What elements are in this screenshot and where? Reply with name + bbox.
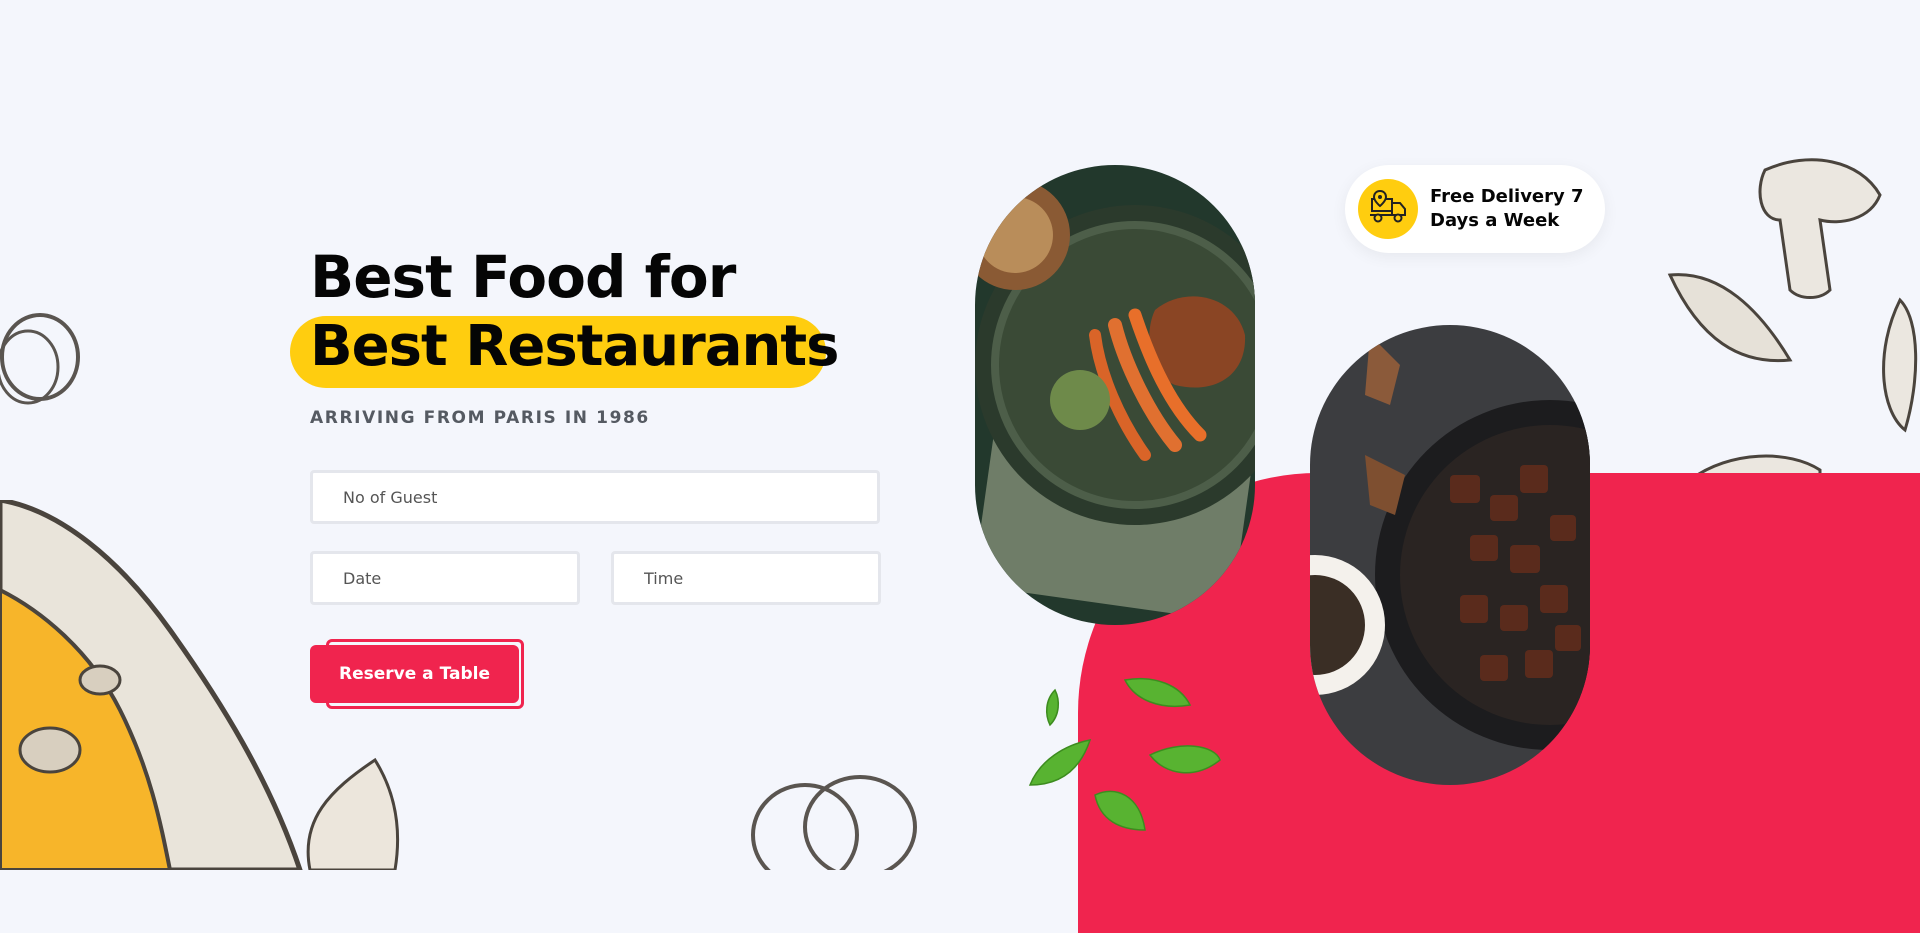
hero-title-line2: Best Restaurants [290,312,839,388]
date-input[interactable] [310,551,580,605]
mushroom-doodle [1667,158,1918,480]
time-input[interactable] [611,551,881,605]
hero-title-line2-text: Best Restaurants [310,314,839,379]
reserve-button-wrapper: Reserve a Table [310,639,525,711]
onion-ring-doodle-left [0,313,80,405]
food-image-beef-skillet [1310,325,1590,785]
food-image-steak-plate [975,165,1255,625]
basil-leaves-decoration [1028,678,1221,831]
hero-subtitle: ARRIVING FROM PARIS IN 1986 [310,408,650,428]
free-delivery-badge: Free Delivery 7 Days a Week [1345,165,1605,253]
guest-count-input[interactable] [310,470,880,524]
hero-title: Best Food for Best Restaurants [290,242,839,388]
delivery-truck-icon [1358,179,1418,239]
onion-ring-doodle-bottom [751,775,917,870]
reserve-table-button[interactable]: Reserve a Table [310,645,519,703]
hero-title-line1: Best Food for [310,243,736,311]
free-delivery-text: Free Delivery 7 Days a Week [1430,186,1584,231]
